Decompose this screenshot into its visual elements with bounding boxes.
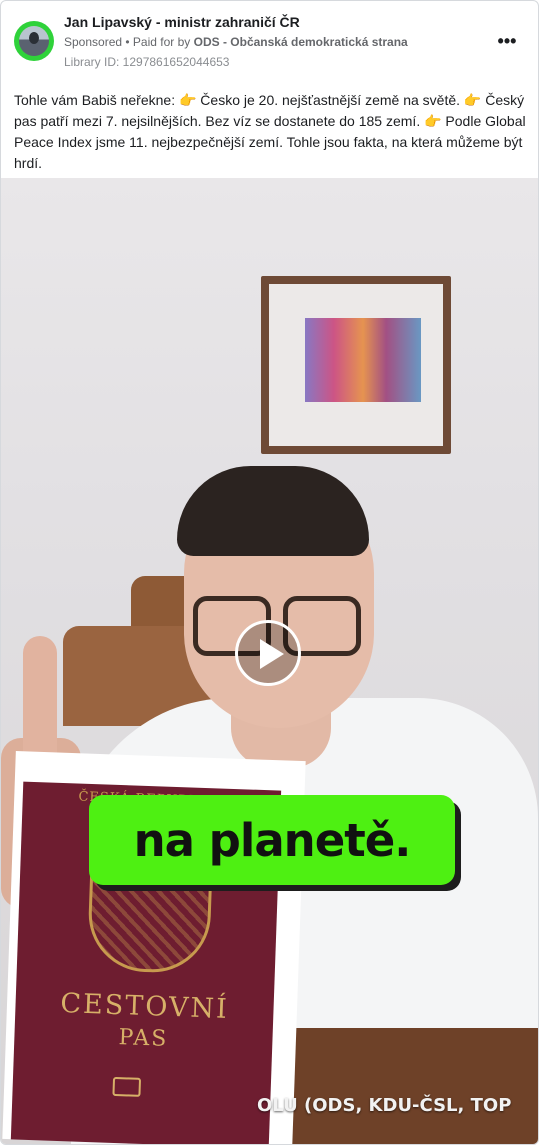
video-caption: na planetě. xyxy=(89,795,455,885)
sponsored-label: Sponsored xyxy=(64,35,123,49)
video-player[interactable]: ČESKÁ REPUBLIKA CESTOVNÍ PAS na planetě.… xyxy=(1,178,538,1144)
paid-for-by-link[interactable]: ODS - Občanská demokratická strana xyxy=(194,35,408,49)
profile-photo xyxy=(19,26,49,56)
more-horizontal-icon[interactable]: ••• xyxy=(495,31,519,51)
ad-card: Jan Lipavský - ministr zahraničí ČR Spon… xyxy=(0,0,539,1145)
separator-dot: • xyxy=(122,35,133,49)
post-text: Tohle vám Babiš neřekne: 👉 Česko je 20. … xyxy=(14,92,526,171)
library-id: Library ID: 1297861652044653 xyxy=(64,55,230,69)
avatar[interactable] xyxy=(14,21,54,61)
passport-subtitle: PAS xyxy=(118,1025,169,1052)
paid-for-prefix: Paid for by xyxy=(132,35,194,49)
hair xyxy=(177,466,369,556)
play-icon[interactable] xyxy=(235,620,301,686)
passport-title: CESTOVNÍ xyxy=(59,988,230,1025)
biometric-chip-icon xyxy=(112,1076,142,1097)
painting xyxy=(305,318,421,402)
video-bottom-text: OLU (ODS, KDU-ČSL, TOP xyxy=(257,1095,512,1116)
page-name[interactable]: Jan Lipavský - ministr zahraničí ČR xyxy=(64,14,300,30)
post-header: Jan Lipavský - ministr zahraničí ČR Spon… xyxy=(1,1,538,81)
sponsor-line: Sponsored • Paid for by ODS - Občanská d… xyxy=(64,35,408,49)
play-triangle xyxy=(260,639,284,669)
wall-picture xyxy=(261,276,451,454)
